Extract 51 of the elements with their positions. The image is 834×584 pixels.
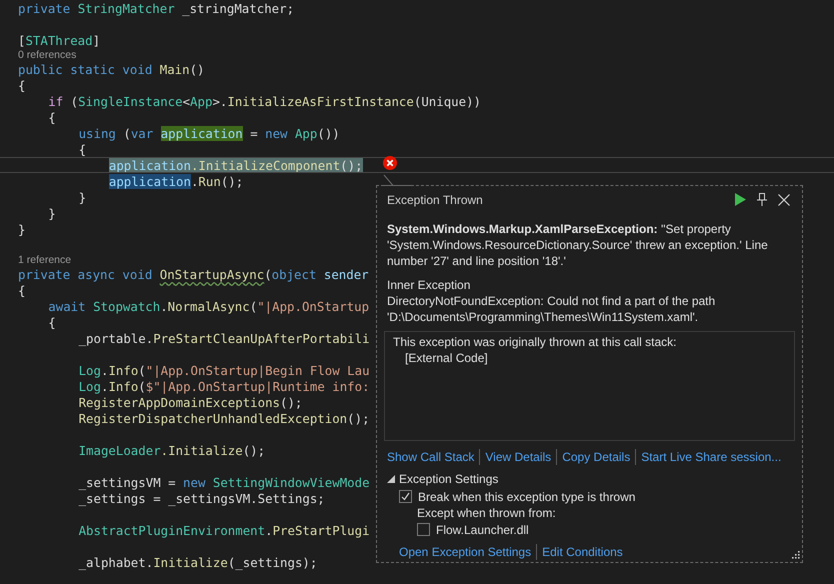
code-line: private StringMatcher _stringMatcher; [18, 0, 294, 16]
code-line: AbstractPluginEnvironment.PreStartPlugi [78, 522, 370, 538]
code-lens-reference[interactable]: 0 references [18, 48, 834, 61]
action-link[interactable]: View Details [485, 450, 552, 464]
code-line: _settingsVM = new SettingWindowViewMode [78, 474, 370, 490]
code-line: } [18, 222, 26, 236]
code-line: await Stopwatch.NormalAsync("|App.OnStartup [48, 298, 370, 314]
inner-exception-heading: Inner Exception [387, 276, 472, 293]
code-line: private async void OnStartupAsync(object sender [18, 266, 369, 282]
code-line: Log.Info($"|App.OnStartup|Runtime info: [78, 378, 370, 394]
code-line: { [18, 282, 26, 298]
code-line: { [48, 314, 56, 330]
code-line: { [48, 110, 56, 124]
code-line: RegisterAppDomainExceptions(); [78, 394, 302, 410]
code-line: } [78, 190, 86, 204]
code-line: _alphabet.Initialize(_settings); [78, 554, 318, 570]
settings-link[interactable]: Open Exception Settings [399, 545, 532, 560]
except-label: Except when thrown from: [417, 505, 557, 522]
close-icon[interactable] [776, 192, 792, 208]
code-line: { [18, 78, 26, 92]
expand-triangle-icon [387, 475, 395, 484]
pin-icon[interactable] [754, 192, 770, 208]
inner-exception-message: DirectoryNotFoundException: Could not find a part of the path 'D:\Documents\Programming\Themes\Win11System.xaml'. [387, 292, 716, 325]
code-line: ImageLoader.Initialize(); [78, 442, 266, 458]
code-line: if (SingleInstance<App>.InitializeAsFirstInstance(Unique)) [48, 94, 481, 108]
code-line: _settings = _settingsVM.Settings; [78, 490, 325, 506]
code-line: _portable.PreStartCleanUpAfterPortabili [78, 330, 370, 346]
action-link[interactable]: Start Live Share session... [641, 450, 782, 464]
code-line: using (var application = new App()) [78, 126, 340, 140]
action-link[interactable]: Copy Details [562, 450, 630, 464]
checkbox-label: Break when this exception type is thrown [418, 490, 636, 504]
call-stack-heading: This exception was originally thrown at this call stack: [393, 334, 678, 350]
checkbox[interactable] [399, 490, 412, 504]
code-line: public static void Main() [18, 62, 205, 76]
exception-message: System.Windows.Markup.XamlParseException: ''Set property 'System.Windows.ResourceDictionary.Source' threw an exception.' Line number '27' and line position '18'.' [387, 220, 769, 269]
exception-settings-toggle[interactable]: Exception Settings [387, 470, 792, 488]
code-line: application.Run(); [108, 174, 244, 188]
code-line: Log.Info("|App.OnStartup|Begin Flow Lau [78, 362, 370, 378]
action-link[interactable]: Show Call Stack [387, 450, 474, 464]
code-line: [STAThread] [18, 32, 100, 48]
checkbox[interactable] [417, 523, 430, 536]
code-line: { [78, 142, 86, 156]
continue-icon[interactable] [732, 192, 748, 208]
popup-title: Exception Thrown [387, 192, 484, 207]
settings-link[interactable]: Edit Conditions [542, 545, 623, 560]
code-line: } [48, 206, 56, 220]
checkbox-label: Flow.Launcher.dll [436, 522, 529, 537]
code-line: RegisterDispatcherUnhandledException(); [78, 410, 370, 426]
resize-grip-icon[interactable] [790, 550, 800, 560]
error-icon [383, 156, 397, 170]
call-stack-frame[interactable]: [External Code] [393, 350, 786, 366]
